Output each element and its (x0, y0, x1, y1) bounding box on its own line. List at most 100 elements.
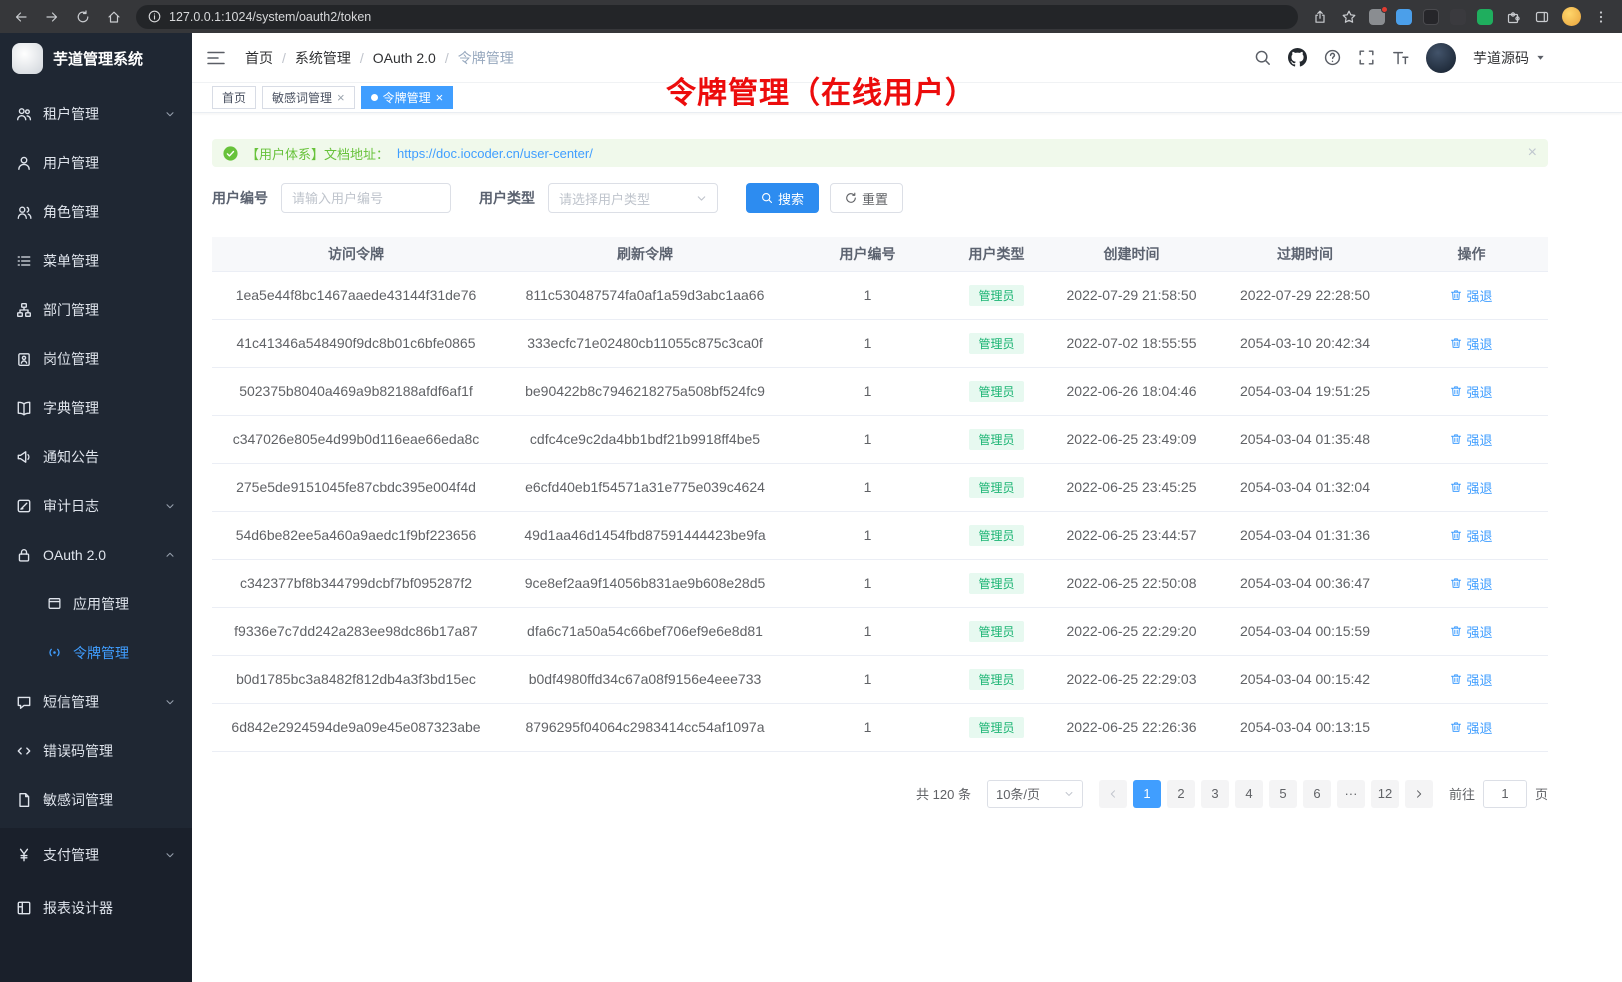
cell-refresh-token: e6cfd40eb1f54571a31e775e039c4624 (500, 463, 790, 511)
goto-page-input[interactable] (1483, 780, 1527, 808)
sidebar-item-errcode[interactable]: 错误码管理 (0, 726, 192, 775)
alert-close-icon[interactable]: × (1528, 144, 1537, 162)
sidebar-item-audit[interactable]: 审计日志 (0, 481, 192, 530)
cell-expire-time: 2054-03-04 01:32:04 (1215, 463, 1395, 511)
user-id-label: 用户编号 (212, 188, 268, 208)
sidebar-toggle-icon[interactable] (207, 50, 225, 66)
tab-home[interactable]: 首页 (212, 86, 256, 109)
sidebar-item-tenant[interactable]: 租户管理 (0, 89, 192, 138)
doc-link[interactable]: https://doc.iocoder.cn/user-center/ (397, 146, 593, 161)
force-logout-button[interactable]: 强退 (1450, 430, 1492, 449)
tab-sensitive-word[interactable]: 敏感词管理 × (262, 86, 355, 109)
info-icon[interactable] (148, 10, 161, 23)
browser-profile-avatar[interactable] (1562, 7, 1581, 26)
prev-page-button[interactable] (1099, 780, 1127, 808)
table-row: c347026e805e4d99b0d116eae66eda8c cdfc4ce… (212, 415, 1548, 463)
browser-home-icon[interactable] (105, 8, 123, 26)
github-icon[interactable] (1288, 48, 1307, 67)
annotation-text: 令牌管理（在线用户） (666, 68, 976, 112)
page-button-3[interactable]: 3 (1201, 780, 1229, 808)
reset-button[interactable]: 重置 (830, 183, 903, 213)
sidebar-item-report[interactable]: 报表设计器 (0, 881, 192, 934)
extension-icon-2[interactable] (1396, 9, 1412, 25)
sidebar-item-oauth[interactable]: OAuth 2.0 (0, 530, 192, 579)
sidebar-item-menu[interactable]: 菜单管理 (0, 236, 192, 285)
force-logout-button[interactable]: 强退 (1450, 478, 1492, 497)
tab-close-icon[interactable]: × (436, 91, 444, 104)
breadcrumb-separator: / (282, 50, 286, 66)
user-id-input[interactable] (281, 183, 451, 213)
user-avatar[interactable] (1426, 43, 1456, 73)
force-logout-button[interactable]: 强退 (1450, 382, 1492, 401)
cell-refresh-token: 333ecfc71e02480cb11055c875c3ca0f (500, 319, 790, 367)
app-logo[interactable]: 芋道管理系统 (0, 33, 192, 83)
sidebar-item-notice[interactable]: 通知公告 (0, 432, 192, 481)
breadcrumb-system[interactable]: 系统管理 (295, 48, 351, 68)
sidebar-item-post[interactable]: 岗位管理 (0, 334, 192, 383)
page-button-6[interactable]: 6 (1303, 780, 1331, 808)
page-button-4[interactable]: 4 (1235, 780, 1263, 808)
address-bar[interactable]: 127.0.0.1:1024/system/oauth2/token (136, 5, 1298, 29)
browser-reload-icon[interactable] (74, 8, 92, 26)
extension-icon-3[interactable] (1423, 9, 1439, 25)
user-type-select[interactable]: 请选择用户类型 (548, 183, 718, 213)
sidebar-item-role[interactable]: 角色管理 (0, 187, 192, 236)
sidebar-menu-bottom: 支付管理 报表设计器 (0, 828, 192, 934)
force-logout-button[interactable]: 强退 (1450, 526, 1492, 545)
app-title: 芋道管理系统 (53, 48, 143, 69)
page-button-5[interactable]: 5 (1269, 780, 1297, 808)
browser-back-icon[interactable] (12, 8, 30, 26)
more-pages-button[interactable]: ··· (1337, 780, 1365, 808)
force-logout-button[interactable]: 强退 (1450, 574, 1492, 593)
sms-icon (16, 694, 32, 710)
dict-icon (16, 400, 32, 416)
extensions-puzzle-icon[interactable] (1504, 8, 1522, 26)
goto-page: 前往 页 (1449, 780, 1548, 808)
page-button-2[interactable]: 2 (1167, 780, 1195, 808)
help-icon[interactable] (1324, 49, 1341, 66)
sidebar-menu: 租户管理 用户管理 角色管理 菜单管理 部门管理 岗位管理 (0, 83, 192, 828)
cell-user-id: 1 (790, 367, 945, 415)
browser-forward-icon[interactable] (43, 8, 61, 26)
force-logout-label: 强退 (1466, 622, 1492, 641)
page-button-1[interactable]: 1 (1133, 780, 1161, 808)
table-row: 54d6be82ee5a460a9aedc1f9bf223656 49d1aa4… (212, 511, 1548, 559)
force-logout-button[interactable]: 强退 (1450, 334, 1492, 353)
sidebar-item-app[interactable]: 应用管理 (0, 579, 192, 628)
sidebar-item-dept[interactable]: 部门管理 (0, 285, 192, 334)
bookmark-star-icon[interactable] (1340, 8, 1358, 26)
force-logout-button[interactable]: 强退 (1450, 622, 1492, 641)
chevron-down-icon (164, 500, 176, 512)
extension-icon-1[interactable] (1369, 9, 1385, 25)
font-size-icon[interactable] (1392, 49, 1409, 66)
tab-token[interactable]: 令牌管理 × (361, 86, 454, 109)
share-icon[interactable] (1311, 8, 1329, 26)
sidebar-item-pay[interactable]: 支付管理 (0, 828, 192, 881)
sidebar-item-sensitive[interactable]: 敏感词管理 (0, 775, 192, 824)
table-row: 6d842e2924594de9a09e45e087323abe 8796295… (212, 703, 1548, 751)
force-logout-button[interactable]: 强退 (1450, 286, 1492, 305)
sidebar-item-dict[interactable]: 字典管理 (0, 383, 192, 432)
search-icon[interactable] (1254, 49, 1271, 66)
force-logout-button[interactable]: 强退 (1450, 718, 1492, 737)
search-button[interactable]: 搜索 (746, 183, 819, 213)
cell-refresh-token: 49d1aa46d1454fbd87591444423be9fa (500, 511, 790, 559)
page-button-12[interactable]: 12 (1371, 780, 1399, 808)
sidebar-item-user[interactable]: 用户管理 (0, 138, 192, 187)
breadcrumb-home[interactable]: 首页 (245, 48, 273, 68)
tab-close-icon[interactable]: × (337, 91, 345, 104)
fullscreen-icon[interactable] (1358, 49, 1375, 66)
sidebar-panel-icon[interactable] (1533, 8, 1551, 26)
sidebar-item-token[interactable]: 令牌管理 (0, 628, 192, 677)
force-logout-label: 强退 (1466, 670, 1492, 689)
force-logout-button[interactable]: 强退 (1450, 670, 1492, 689)
browser-menu-icon[interactable] (1592, 8, 1610, 26)
extension-icon-5[interactable] (1477, 9, 1493, 25)
user-menu[interactable]: 芋道源码 (1473, 48, 1546, 68)
extension-icon-4[interactable] (1450, 9, 1466, 25)
breadcrumb-oauth[interactable]: OAuth 2.0 (373, 50, 436, 66)
page-size-select[interactable]: 10条/页 (987, 780, 1083, 808)
sidebar-item-sms[interactable]: 短信管理 (0, 677, 192, 726)
browser-toolbar-right (1311, 7, 1610, 26)
next-page-button[interactable] (1405, 780, 1433, 808)
